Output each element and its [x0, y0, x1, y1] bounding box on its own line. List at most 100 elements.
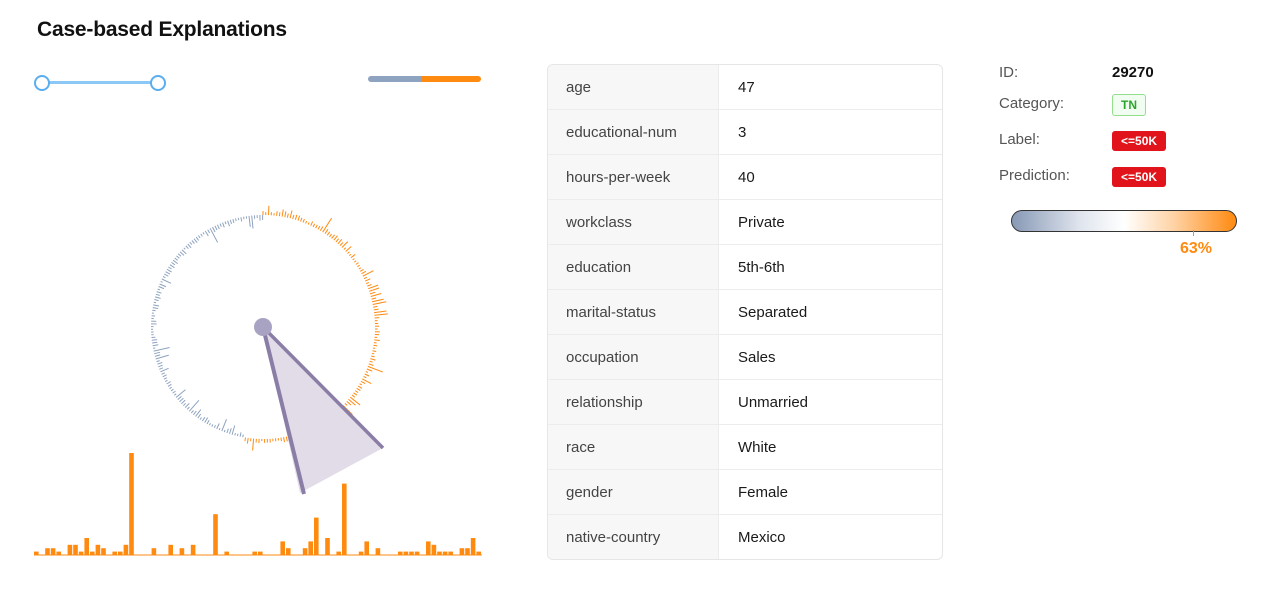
neighbor-tick-negative [204, 230, 209, 237]
neighbor-tick-negative [172, 390, 176, 394]
prediction-badge: <=50K [1112, 167, 1167, 187]
feature-table: age 47 educational-num 3 hours-per-week 40 wor… [547, 64, 943, 560]
neighbor-tick-negative [186, 406, 190, 410]
range-slider-left-handle[interactable] [34, 75, 50, 91]
neighbor-tick-negative [190, 410, 194, 414]
neighbor-tick-positive [280, 437, 282, 442]
neighbor-tick-negative [179, 251, 185, 256]
neighbor-tick-negative [153, 301, 157, 304]
neighbor-range-slider[interactable] [34, 74, 166, 92]
neighbor-tick-positive [372, 350, 377, 352]
neighbor-tick-positive [324, 228, 329, 234]
histogram-bar [459, 548, 465, 555]
neighbor-tick-negative [169, 264, 175, 269]
feature-value-cell: 3 [738, 123, 747, 141]
label-badge: <=50K [1112, 131, 1167, 151]
feature-value-cell: Unmarried [738, 393, 809, 411]
neighbor-tick-negative [162, 374, 167, 378]
neighbor-tick-positive [368, 363, 374, 366]
feature-name-cell: educational-num [548, 110, 719, 154]
label-label: Label: [999, 131, 1040, 148]
neighbor-tick-positive [346, 401, 352, 406]
neighbor-tick-negative [237, 217, 240, 221]
neighbor-tick-negative [168, 266, 172, 270]
range-slider-right-handle[interactable] [150, 75, 166, 91]
histogram-bar [448, 551, 453, 555]
center-point-icon [254, 318, 272, 336]
neighbor-tick-positive [344, 403, 348, 406]
neighbor-tick-positive [331, 234, 335, 239]
histogram-bar [123, 544, 129, 555]
neighbor-tick-positive [337, 238, 343, 245]
neighbor-tick-positive [370, 358, 376, 361]
histogram-bar [364, 541, 369, 555]
neighbor-tick-negative [164, 379, 168, 383]
neighbor-tick-negative [185, 245, 189, 250]
feature-row: native-country Mexico [548, 515, 942, 559]
feature-name-cell: age [548, 65, 719, 109]
histogram-bar [336, 551, 341, 555]
histogram-bar [101, 548, 106, 555]
neighbor-tick-positive [284, 211, 287, 218]
neighbor-tick-positive [371, 352, 375, 355]
feature-row: occupation Sales [548, 335, 942, 380]
feature-row: educational-num 3 [548, 110, 942, 155]
histogram-bar [325, 538, 330, 555]
neighbor-tick-positive [285, 436, 288, 442]
neighbor-tick-negative [208, 423, 211, 426]
histogram-bar [470, 538, 476, 555]
neighbor-tick-negative [202, 232, 205, 235]
category-label: Category: [999, 95, 1065, 112]
neighbor-tick-negative [248, 215, 251, 227]
neighbor-tick-positive [315, 224, 318, 229]
ratio-bar-negative-segment [368, 76, 422, 82]
neighbor-tick-negative [216, 423, 220, 430]
neighbor-tick-negative [232, 218, 235, 224]
neighbor-tick-positive [283, 437, 285, 443]
feature-row: education 5th-6th [548, 245, 942, 290]
histogram-bar [73, 544, 78, 555]
histogram-bar [168, 544, 173, 555]
histogram-bar [179, 548, 185, 555]
neighbor-tick-negative [181, 399, 186, 405]
neighbor-tick-positive [363, 375, 367, 379]
neighbor-tick-negative [189, 241, 193, 245]
histogram-bar [465, 548, 470, 555]
neighbor-tick-positive [345, 246, 352, 252]
histogram-bar [151, 548, 157, 555]
neighbor-tick-negative [229, 219, 232, 225]
feature-value-cell: White [738, 438, 777, 456]
neighbor-tick-positive [354, 260, 357, 263]
neighbor-tick-negative [201, 416, 206, 422]
histogram-bar [358, 551, 364, 555]
neighbor-tick-positive [367, 365, 383, 373]
histogram-bar [302, 548, 308, 555]
neighbor-tick-negative [172, 259, 178, 265]
histogram-bar [118, 551, 123, 555]
neighbor-tick-negative [179, 397, 184, 403]
histogram-bar [437, 551, 442, 555]
feature-row: age 47 [548, 65, 942, 110]
neighbor-tick-positive [350, 254, 356, 259]
feature-name-cell: education [548, 245, 719, 289]
neighbor-tick-negative [188, 399, 200, 412]
neighbor-tick-negative [218, 428, 221, 431]
neighbor-tick-positive [354, 390, 359, 394]
neighbor-tick-negative [176, 255, 180, 259]
feature-name-cell: hours-per-week [548, 155, 719, 199]
neighbor-tick-positive [357, 264, 360, 268]
feature-value-cell: 40 [738, 168, 755, 186]
neighbor-tick-positive [335, 238, 340, 243]
neighbor-tick-positive [307, 222, 310, 225]
feature-row: marital-status Separated [548, 290, 942, 335]
neighbor-tick-positive [369, 360, 373, 363]
histogram-bar [403, 551, 409, 555]
neighbor-tick-positive [281, 209, 284, 217]
neighbor-tick-negative [165, 271, 171, 275]
neighbor-tick-negative [156, 291, 162, 294]
neighbor-tick-positive [374, 339, 380, 341]
neighbor-tick-positive [353, 392, 358, 396]
neighbor-tick-negative [227, 220, 230, 227]
neighbor-tick-positive [319, 226, 324, 232]
feature-value-cell: Female [738, 483, 789, 501]
